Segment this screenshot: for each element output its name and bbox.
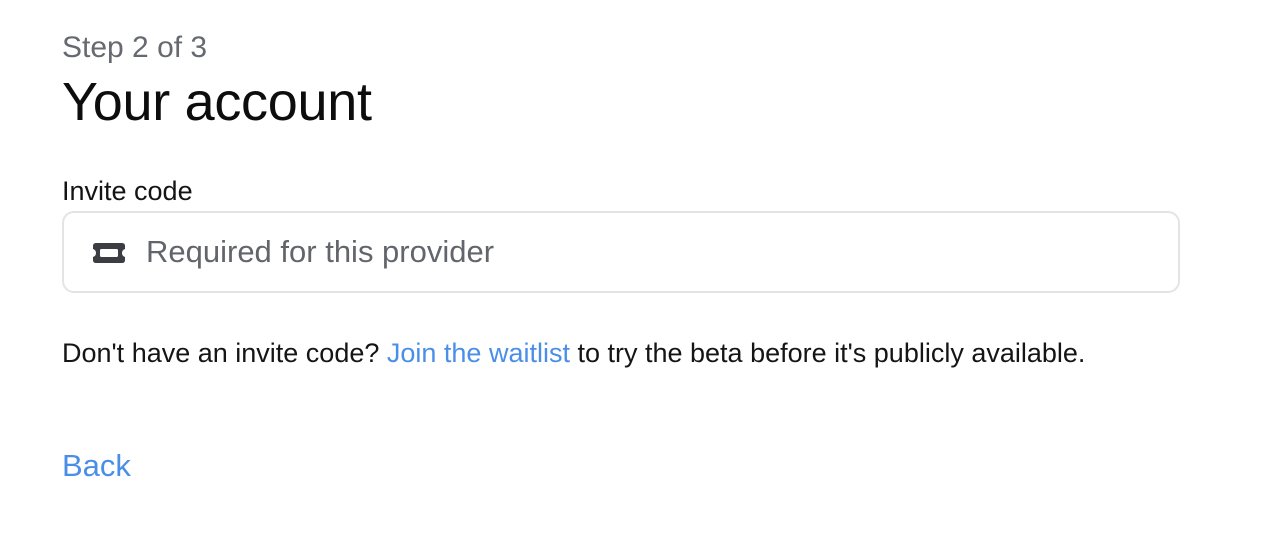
help-suffix: to try the beta before it's publicly ava…: [569, 338, 1086, 368]
back-link[interactable]: Back: [62, 447, 131, 485]
step-indicator: Step 2 of 3: [62, 31, 208, 64]
invite-help-text: Don't have an invite code? Join the wait…: [62, 336, 1182, 371]
join-waitlist-link[interactable]: Join the waitlist: [387, 338, 570, 368]
invite-code-input[interactable]: [146, 213, 1166, 291]
invite-code-label: Invite code: [62, 176, 193, 206]
invite-code-field[interactable]: [62, 211, 1180, 293]
help-prefix: Don't have an invite code?: [62, 338, 387, 368]
ticket-icon: [92, 241, 126, 265]
page-title: Your account: [62, 72, 372, 132]
account-step-page: Step 2 of 3 Your account Invite code Don…: [0, 0, 1262, 542]
